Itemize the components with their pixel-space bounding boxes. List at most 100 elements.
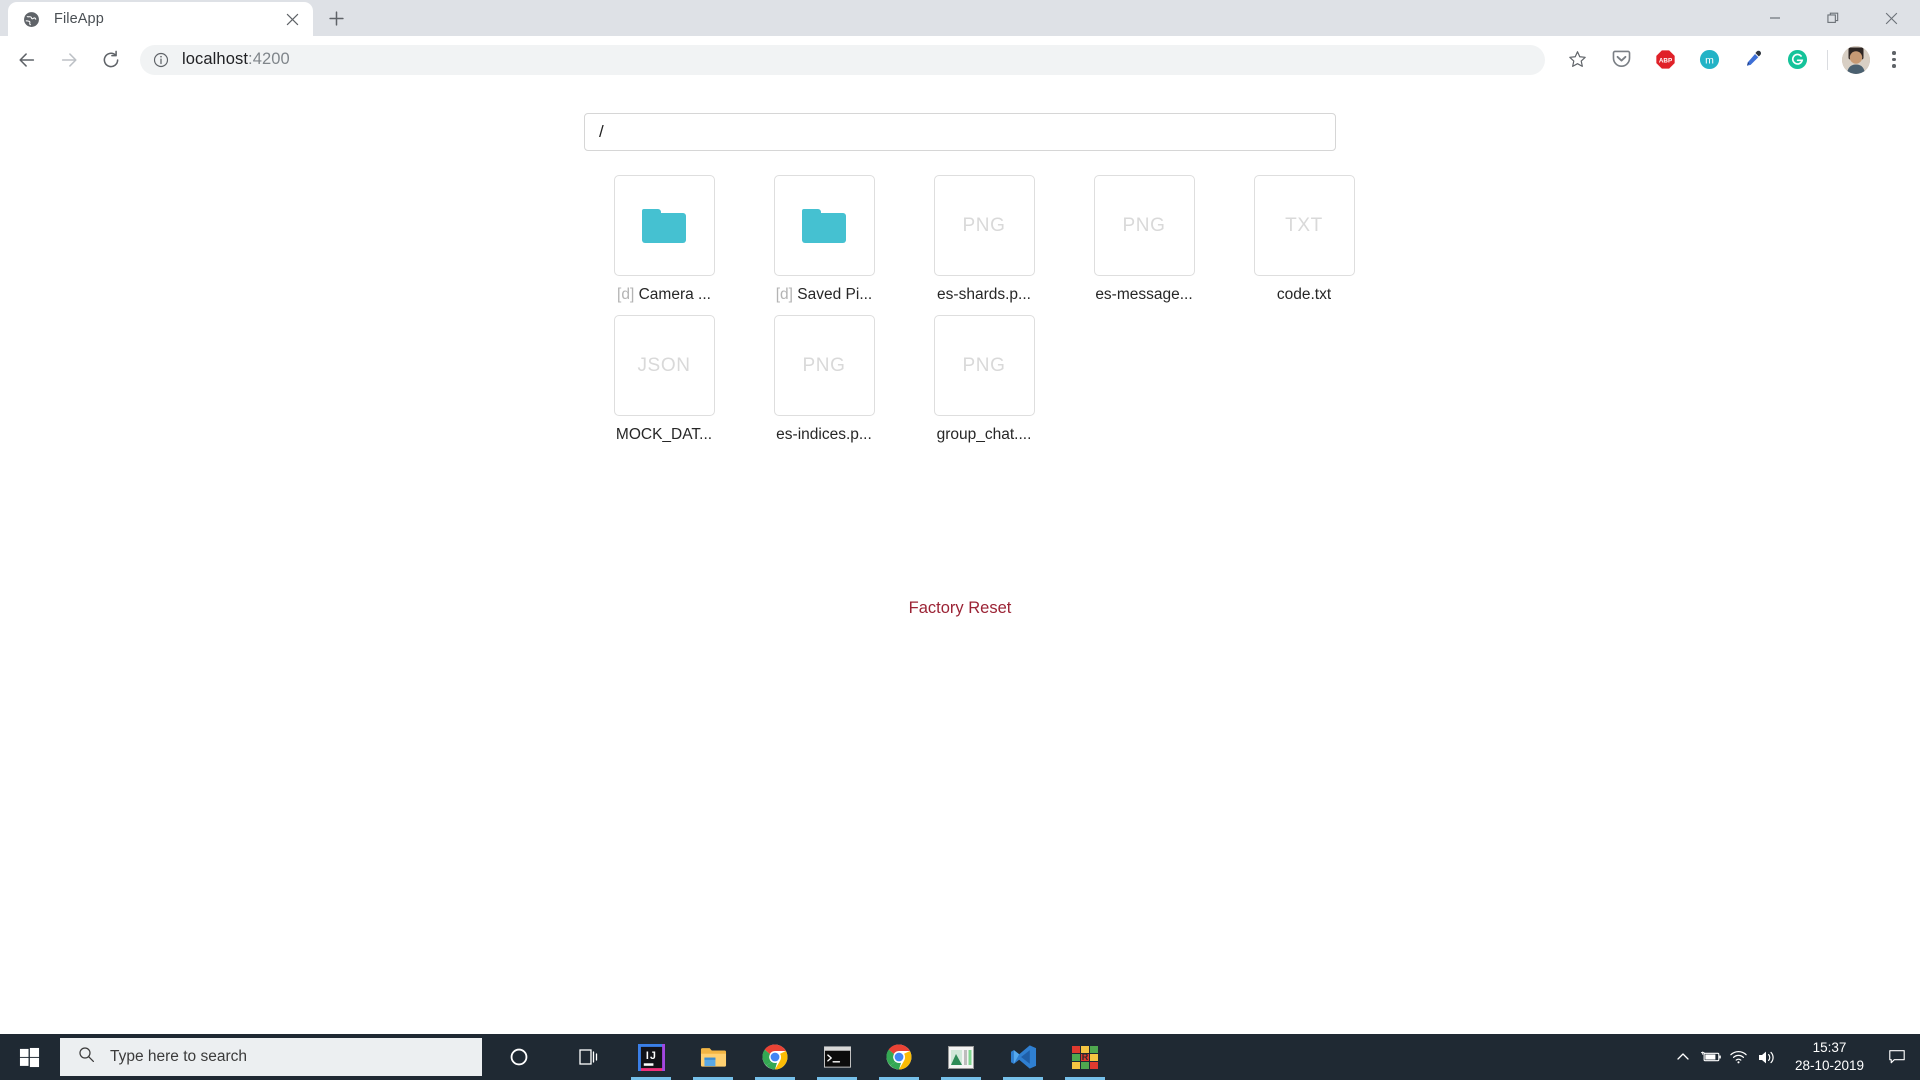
search-placeholder: Type here to search [110,1048,247,1065]
address-bar[interactable]: localhost:4200 [140,44,1545,75]
globe-icon [22,10,40,28]
cortana-circle-icon[interactable] [488,1034,550,1080]
tab-strip: FileApp [0,0,1920,36]
new-tab-button[interactable] [319,1,353,35]
window-app-icon[interactable] [930,1034,992,1080]
reload-button[interactable] [93,42,129,78]
toolbar-divider [1827,49,1828,70]
windows-start-icon[interactable] [0,1034,58,1080]
info-circle-icon[interactable] [152,51,170,69]
file-name-label: [d] Camera ... [617,286,711,303]
address-port: :4200 [248,50,290,68]
winrar-icon[interactable]: R [1054,1034,1116,1080]
browser-tab[interactable]: FileApp [8,2,313,36]
battery-charging-icon[interactable] [1697,1034,1725,1080]
file-extension-label: PNG [1122,214,1166,236]
file-name-label: group_chat.... [936,426,1032,443]
svg-text:J: J [650,1049,656,1061]
file-name-label: MOCK_DAT... [615,426,713,443]
windows-taskbar: Type here to search IJ R 15:37 28-10-2019 [0,1034,1920,1080]
file-item[interactable]: JSON MOCK_DAT... [584,315,744,455]
svg-text:R: R [1082,1052,1089,1062]
page-viewport: [d] Camera ... [d] Saved Pi... PNG es-shard… [0,86,1920,1034]
directory-tag: [d] [775,286,798,303]
file-thumbnail[interactable] [773,175,875,276]
bookmark-star-icon[interactable] [1560,43,1594,77]
path-input[interactable] [584,113,1336,151]
directory-tag: [d] [617,286,639,303]
wifi-icon[interactable] [1725,1034,1753,1080]
file-item[interactable]: PNG es-shards.p... [904,175,1064,315]
file-name-label: code.txt [1276,286,1332,303]
search-icon [78,1046,95,1068]
file-thumbnail[interactable] [613,175,715,276]
taskbar-clock[interactable]: 15:37 28-10-2019 [1781,1034,1878,1080]
file-explorer-icon[interactable] [682,1034,744,1080]
avatar[interactable] [1842,45,1870,74]
file-name-label: [d] Saved Pi... [775,286,873,303]
momentum-icon[interactable]: m [1692,43,1726,77]
factory-reset-section: Factory Reset [584,455,1336,618]
browser-toolbar: localhost:4200 ABP m [0,36,1920,84]
folder-item[interactable]: [d] Camera ... [584,175,744,315]
terminal-icon[interactable] [806,1034,868,1080]
file-name-label: es-message... [1095,286,1193,303]
address-bar-text: localhost:4200 [182,50,290,69]
intellij-idea-icon[interactable]: IJ [620,1034,682,1080]
browser-window: FileApp localhost:4200 ABP m / [d] Camer… [0,0,1920,1034]
close-icon[interactable] [281,8,303,30]
restore-button[interactable] [1804,0,1862,36]
clock-date: 28-10-2019 [1794,1058,1864,1073]
back-button[interactable] [9,42,45,78]
action-center-icon[interactable] [1878,1034,1916,1080]
file-thumbnail[interactable]: PNG [773,315,875,416]
svg-text:I: I [645,1049,648,1061]
file-extension-label: JSON [637,354,691,376]
file-extension-label: PNG [802,354,846,376]
file-thumbnail[interactable]: PNG [933,175,1035,276]
clock-time: 15:37 [1812,1039,1847,1055]
vscode-icon[interactable] [992,1034,1054,1080]
file-extension-label: PNG [962,354,1006,376]
extension-icons: ABP m [1555,43,1910,77]
close-button[interactable] [1862,0,1920,36]
forward-button[interactable] [51,42,87,78]
file-item[interactable]: PNG es-indices.p... [744,315,904,455]
file-item[interactable]: PNG group_chat.... [904,315,1064,455]
svg-text:ABP: ABP [1658,58,1671,65]
show-hidden-icons-chevron-icon[interactable] [1669,1034,1697,1080]
file-extension-label: PNG [962,214,1006,236]
system-tray: 15:37 28-10-2019 [1669,1034,1920,1080]
three-dot-menu-icon[interactable] [1878,43,1910,77]
factory-reset-link[interactable]: Factory Reset [909,599,1012,617]
file-extension-label: TXT [1285,214,1323,236]
window-controls [1746,0,1920,36]
file-thumbnail[interactable]: JSON [613,315,715,416]
chrome-icon-2[interactable] [868,1034,930,1080]
folder-icon [802,208,846,243]
taskbar-app-icons: IJ R [558,1034,1116,1080]
file-name-label: es-shards.p... [937,286,1031,303]
pocket-icon[interactable] [1604,43,1638,77]
file-thumbnail[interactable]: TXT [1253,175,1355,276]
file-thumbnail[interactable]: PNG [1093,175,1195,276]
volume-icon[interactable] [1753,1034,1781,1080]
search-input[interactable]: Type here to search [60,1038,482,1076]
svg-text:m: m [1705,54,1714,66]
folder-icon [642,208,686,243]
file-item[interactable]: TXT code.txt [1224,175,1384,315]
file-item[interactable]: PNG es-message... [1064,175,1224,315]
minimize-button[interactable] [1746,0,1804,36]
fileapp-container: [d] Camera ... [d] Saved Pi... PNG es-shard… [584,86,1355,455]
adblock-plus-icon[interactable]: ABP [1648,43,1682,77]
file-grid: [d] Camera ... [d] Saved Pi... PNG es-shard… [584,175,1355,455]
color-picker-icon[interactable] [1736,43,1770,77]
address-host: localhost [182,50,249,68]
task-view-icon[interactable] [558,1034,620,1080]
file-name-label: es-indices.p... [776,426,872,443]
folder-item[interactable]: [d] Saved Pi... [744,175,904,315]
chrome-icon[interactable] [744,1034,806,1080]
file-thumbnail[interactable]: PNG [933,315,1035,416]
browser-tab-title: FileApp [54,11,104,27]
grammarly-icon[interactable] [1780,43,1814,77]
